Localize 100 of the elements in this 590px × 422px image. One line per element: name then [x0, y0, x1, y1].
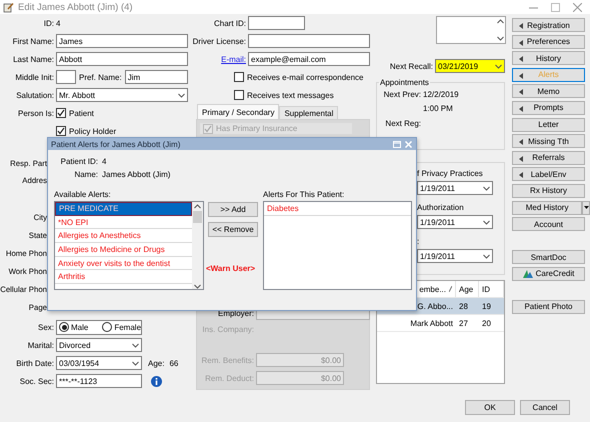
table-cell-text: 28 [458, 302, 469, 310]
middle-initial-field[interactable] [56, 70, 76, 84]
field-label: Soc. Sec: [18, 376, 54, 386]
radio-label: Male [71, 322, 88, 332]
caret-left-icon [519, 106, 523, 112]
field-label: Birth Date: [15, 358, 54, 368]
tab[interactable]: Primary / Secondary [197, 104, 280, 119]
radio-button[interactable] [102, 322, 112, 332]
chevron-up-icon [194, 204, 201, 209]
field-label: Sex: [36, 322, 54, 332]
list-item[interactable]: PRE MEDICATE [55, 202, 192, 216]
date-dropdown[interactable]: 1/19/2011 [417, 215, 493, 229]
scrollbar[interactable] [192, 202, 203, 289]
dropdown-button[interactable] [582, 200, 590, 215]
column-header[interactable]: Age [456, 281, 479, 297]
checkbox-label: Patient [69, 108, 94, 118]
scrollbar-thumb[interactable] [193, 211, 202, 223]
checkbox[interactable] [56, 108, 66, 118]
field-label: Name: [73, 170, 98, 179]
logo-icon [522, 269, 533, 278]
side-button[interactable]: CareCredit [512, 266, 585, 281]
chevron-down-icon [497, 36, 504, 41]
chevron-down-icon [194, 284, 201, 289]
chevron-down-icon [483, 254, 490, 258]
next-recall-dropdown[interactable]: 03/21/2019 [435, 59, 505, 73]
side-button[interactable]: Memo [512, 84, 585, 98]
privacy-label: Authorization [417, 203, 465, 212]
side-button[interactable]: Account [512, 217, 585, 232]
column-header[interactable]: ID [479, 281, 504, 297]
side-button[interactable]: Preferences [512, 34, 585, 49]
info-icon[interactable] [151, 376, 162, 386]
appointment-date: 12/2/2019 [423, 90, 460, 98]
side-button[interactable]: Med History [512, 200, 582, 215]
radio-button[interactable] [59, 322, 69, 332]
side-button[interactable]: Prompts [512, 100, 585, 115]
list-item[interactable]: Allergies to Medicine or Drugs [55, 243, 192, 257]
field-label: Rem. Deduct: [204, 374, 254, 382]
dialog-button[interactable]: Cancel [520, 400, 570, 415]
caret-left-icon [519, 156, 523, 162]
date-dropdown[interactable]: 1/19/2011 [417, 181, 493, 195]
close-icon[interactable] [573, 2, 582, 12]
list-item[interactable]: Diabetes [264, 202, 411, 216]
checkbox-label: Receives text messages [247, 90, 334, 100]
table-cell-text: 20 [481, 318, 492, 328]
age-label: Age: [148, 358, 164, 368]
appointment-time: 1:00 PM [423, 104, 454, 112]
side-button[interactable]: Missing Tth [512, 134, 585, 148]
social-security-field[interactable]: ***-**-1123 [56, 374, 142, 388]
side-button[interactable]: Registration [512, 18, 585, 32]
date-dropdown[interactable]: 1/19/2011 [417, 249, 493, 263]
dialog-button[interactable]: OK [465, 400, 515, 415]
list-item[interactable]: Arthritis [55, 270, 192, 284]
first-name-field[interactable]: James [56, 34, 188, 48]
preferred-name-field[interactable]: Jim [124, 70, 188, 84]
field-label: ID: [42, 18, 54, 28]
caret-down-icon [584, 206, 589, 210]
side-button[interactable]: SmartDoc [512, 250, 585, 264]
caret-left-icon [519, 89, 523, 96]
list-label: Alerts For This Patient: [263, 190, 346, 199]
email-link[interactable]: E-mail: [192, 54, 246, 64]
chevron-down-icon [132, 360, 139, 366]
list-item[interactable]: Allergies to Anesthetics [55, 229, 192, 244]
field-label: Next Recall: [388, 62, 433, 70]
side-button[interactable]: Referrals [512, 150, 585, 165]
id-value: 4 [56, 18, 62, 28]
side-button[interactable]: Patient Photo [512, 300, 585, 314]
salutation-dropdown[interactable]: Mr. Abbott [56, 88, 188, 102]
notes-field[interactable] [436, 16, 506, 44]
caret-left-icon [519, 172, 523, 178]
privacy-label: : [417, 237, 420, 246]
checkbox[interactable] [234, 72, 244, 82]
dialog-title: Patient Alerts for James Abbott (Jim) [51, 140, 180, 148]
checkbox[interactable] [234, 90, 244, 100]
remove-button[interactable]: << Remove [208, 222, 258, 237]
list-label: Available Alerts: [54, 190, 112, 199]
chevron-down-icon [178, 92, 185, 98]
tab[interactable]: Supplemental [279, 106, 338, 119]
checkbox[interactable] [56, 126, 66, 136]
marital-dropdown[interactable]: Divorced [56, 338, 142, 352]
chevron-down-icon [483, 220, 490, 224]
add-button[interactable]: >> Add [208, 202, 258, 217]
table-cell-text: 19 [481, 302, 492, 310]
patient-name: James Abbott (Jim) [102, 170, 172, 179]
last-name-field[interactable]: Abbott [56, 52, 188, 66]
field-label: Ins. Company: [201, 324, 254, 334]
list-item[interactable]: *NO EPI [55, 216, 192, 230]
checkbox[interactable] [203, 124, 213, 134]
caret-left-icon [519, 72, 523, 79]
side-button[interactable]: History [512, 51, 585, 66]
side-button[interactable]: Label/Env [512, 167, 585, 182]
chart-id-field[interactable] [248, 16, 305, 30]
radio-label: Female [114, 322, 142, 332]
side-button[interactable]: Rx History [512, 184, 585, 198]
window-title: Edit James Abbott (Jim) (4) [18, 2, 134, 12]
group-title: Appointments [379, 78, 430, 87]
side-button[interactable]: Letter [512, 118, 585, 132]
driver-license-field[interactable] [248, 34, 370, 48]
birth-date-picker[interactable]: 03/03/1954 [56, 356, 142, 370]
checkbox-label: Receives e-mail correspondence [247, 72, 364, 82]
email-field[interactable]: example@email.com [248, 52, 370, 66]
